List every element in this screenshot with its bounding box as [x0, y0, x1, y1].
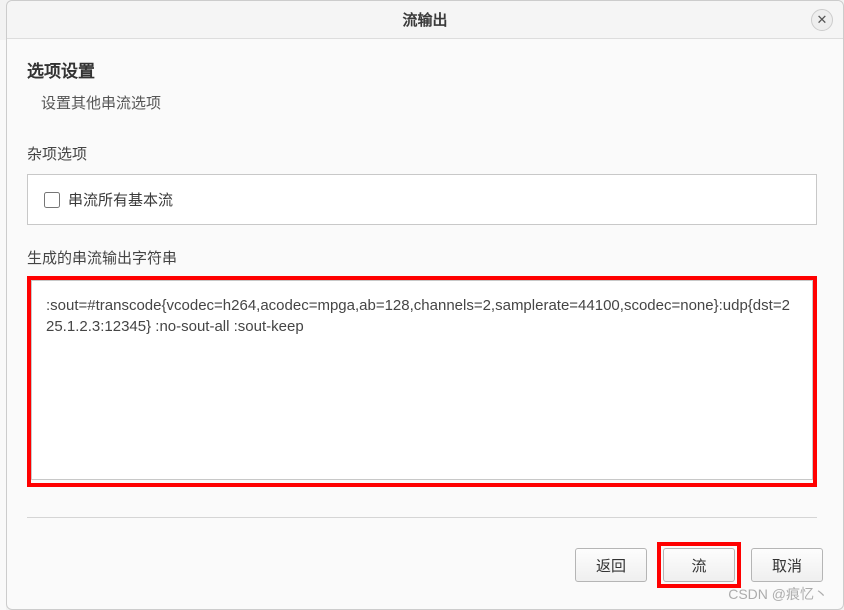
- button-bar: 返回 流 取消: [7, 528, 843, 602]
- stream-button[interactable]: 流: [663, 548, 735, 582]
- titlebar: 流输出 ✕: [7, 1, 843, 39]
- misc-options-label: 杂项选项: [27, 143, 817, 164]
- dialog-content: 选项设置 设置其他串流选项 杂项选项 串流所有基本流 生成的串流输出字符串 :s…: [7, 39, 843, 528]
- close-button[interactable]: ✕: [811, 9, 833, 31]
- stream-all-es-checkbox[interactable]: [44, 192, 60, 208]
- separator: [27, 517, 817, 518]
- stream-all-es-label[interactable]: 串流所有基本流: [68, 189, 173, 210]
- options-heading: 选项设置: [27, 57, 817, 82]
- stream-output-dialog: 流输出 ✕ 选项设置 设置其他串流选项 杂项选项 串流所有基本流 生成的串流输出…: [6, 0, 844, 610]
- dialog-title: 流输出: [402, 9, 447, 30]
- cancel-button[interactable]: 取消: [751, 548, 823, 582]
- stream-highlight-box: 流: [657, 542, 741, 588]
- misc-options-panel: 串流所有基本流: [27, 174, 817, 225]
- output-string-label: 生成的串流输出字符串: [27, 247, 817, 268]
- options-subtitle: 设置其他串流选项: [41, 92, 817, 113]
- close-icon: ✕: [817, 12, 828, 28]
- output-highlight-box: :sout=#transcode{vcodec=h264,acodec=mpga…: [27, 276, 817, 487]
- stream-all-es-row: 串流所有基本流: [44, 189, 800, 210]
- back-button[interactable]: 返回: [575, 548, 647, 582]
- output-string-textarea[interactable]: :sout=#transcode{vcodec=h264,acodec=mpga…: [31, 280, 813, 480]
